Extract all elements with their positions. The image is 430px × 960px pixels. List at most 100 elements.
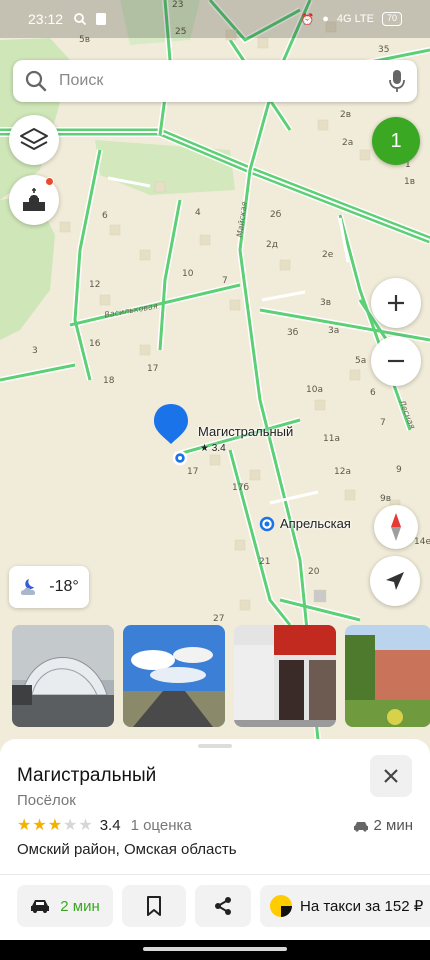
house-number: 35 xyxy=(378,45,390,55)
search-bar[interactable]: Поиск xyxy=(13,60,417,102)
house-number: 14е xyxy=(414,537,430,547)
route-time: 2 мин xyxy=(60,897,100,915)
house-number: 7 xyxy=(222,276,228,286)
home-gesture-pill[interactable] xyxy=(143,947,287,951)
building-photo xyxy=(345,625,430,727)
house-number: 2б xyxy=(270,210,282,220)
house-number: 9в xyxy=(380,494,392,504)
photo-thumbnail[interactable] xyxy=(234,625,336,727)
close-button[interactable] xyxy=(370,755,412,797)
house-number: 3а xyxy=(328,326,340,336)
bookmark-icon xyxy=(147,896,161,916)
photo-thumbnail[interactable] xyxy=(123,625,225,727)
cellular-signal-icon: 4G LTE xyxy=(336,13,374,25)
location-status-icon: ● xyxy=(322,13,329,25)
photo-carousel[interactable] xyxy=(12,625,430,727)
microphone-icon[interactable] xyxy=(389,69,405,93)
house-number: 2а xyxy=(342,138,354,148)
moon-cloud-icon xyxy=(21,579,36,595)
photo-thumbnail[interactable] xyxy=(12,625,114,727)
house-number: 11а xyxy=(323,434,340,444)
share-icon xyxy=(215,897,231,915)
house-number: 21 xyxy=(259,557,271,567)
house-number: 2д xyxy=(266,240,278,250)
navigation-arrow-icon xyxy=(386,572,404,590)
place-address: Омский район, Омская область xyxy=(17,841,237,858)
house-number: 2в xyxy=(340,110,352,120)
battery-icon: 70 xyxy=(381,12,402,26)
system-navigation-bar xyxy=(0,940,430,960)
search-status-icon xyxy=(74,13,87,26)
status-bar: 23:12 ⏰ ● 4G LTE 70 xyxy=(0,0,430,38)
taxi-label: На такси за 152 ₽ xyxy=(300,898,424,915)
status-time: 23:12 xyxy=(28,11,64,27)
house-number: 10 xyxy=(182,269,194,279)
car-icon xyxy=(353,821,368,832)
share-button[interactable] xyxy=(195,885,251,927)
divider xyxy=(0,874,430,875)
weather-temperature: -18° xyxy=(49,578,79,595)
place-card[interactable]: Магистральный Посёлок ★ ★ ★ ★ ★ 3.4 1 оц… xyxy=(0,739,430,940)
star-icon: ★ xyxy=(32,816,47,834)
house-number: 10а xyxy=(306,385,323,395)
taxi-button[interactable]: На такси за 152 ₽ xyxy=(260,885,430,927)
house-number: 27 xyxy=(213,614,225,624)
house-number: 3в xyxy=(320,298,332,308)
close-icon xyxy=(384,769,398,783)
house-number: 16 xyxy=(89,339,101,349)
star-icon: ★ xyxy=(78,816,93,834)
layers-button[interactable] xyxy=(9,115,59,165)
drive-time-text: 2 мин xyxy=(373,817,414,834)
stop-name-label: Апрельская xyxy=(280,516,351,531)
notification-dot xyxy=(45,177,54,186)
search-icon xyxy=(25,70,47,92)
rating-row: ★ ★ ★ ★ ★ 3.4 1 оценка 2 мин xyxy=(17,817,413,834)
car-icon xyxy=(31,900,50,913)
rating-value: 3.4 xyxy=(99,817,121,834)
house-number: 4 xyxy=(195,208,201,218)
house-number: 12а xyxy=(334,467,351,477)
drive-time-info: 2 мин xyxy=(353,817,414,834)
house-number: 6 xyxy=(370,388,376,398)
pin-name-label: Магистральный xyxy=(198,424,294,439)
compass-icon xyxy=(391,513,401,541)
house-number: 1в xyxy=(404,177,416,187)
location-pin-icon[interactable] xyxy=(152,402,190,470)
action-bar: 2 мин На такси за 152 ₽ xyxy=(17,885,430,927)
photo-thumbnail[interactable] xyxy=(345,625,430,727)
weather-widget[interactable]: -18° xyxy=(9,566,89,608)
image-status-icon xyxy=(96,13,107,25)
house-number: 3 xyxy=(32,346,38,356)
house-number: 5а xyxy=(355,356,367,366)
search-input[interactable]: Поиск xyxy=(59,72,389,90)
transit-stop-icon[interactable] xyxy=(259,516,275,532)
storefront-photo xyxy=(234,625,336,727)
place-title: Магистральный xyxy=(17,765,157,786)
greenhouse-photo xyxy=(12,625,114,727)
zoom-out-button[interactable] xyxy=(371,336,421,386)
house-number: 3б xyxy=(287,328,299,338)
house-number: 17б xyxy=(232,483,250,493)
star-icon: ★ xyxy=(17,816,32,834)
rating-count-link[interactable]: 1 оценка xyxy=(131,817,192,834)
house-number: 18 xyxy=(103,376,115,386)
cluster-count-badge[interactable]: 1 xyxy=(372,117,420,165)
star-icon: ★ xyxy=(47,816,63,834)
house-number: 20 xyxy=(308,567,320,577)
bookmark-button[interactable] xyxy=(122,885,186,927)
alarm-icon: ⏰ xyxy=(300,13,315,26)
route-button[interactable]: 2 мин xyxy=(17,885,113,927)
compass-button[interactable] xyxy=(374,505,418,549)
house-number: 12 xyxy=(89,280,101,290)
my-location-button[interactable] xyxy=(370,556,420,606)
sheet-drag-handle[interactable] xyxy=(198,744,232,748)
house-number: 2е xyxy=(322,250,334,260)
taxi-logo-icon xyxy=(270,895,292,917)
place-type: Посёлок xyxy=(17,792,76,809)
rating-stars: ★ ★ ★ ★ ★ xyxy=(17,816,93,834)
zoom-in-button[interactable] xyxy=(371,278,421,328)
pin-rating-label: ★ 3.4 xyxy=(200,443,226,454)
church-icon xyxy=(23,188,45,211)
house-number: 9 xyxy=(396,465,402,475)
house-number: 7 xyxy=(380,418,386,428)
